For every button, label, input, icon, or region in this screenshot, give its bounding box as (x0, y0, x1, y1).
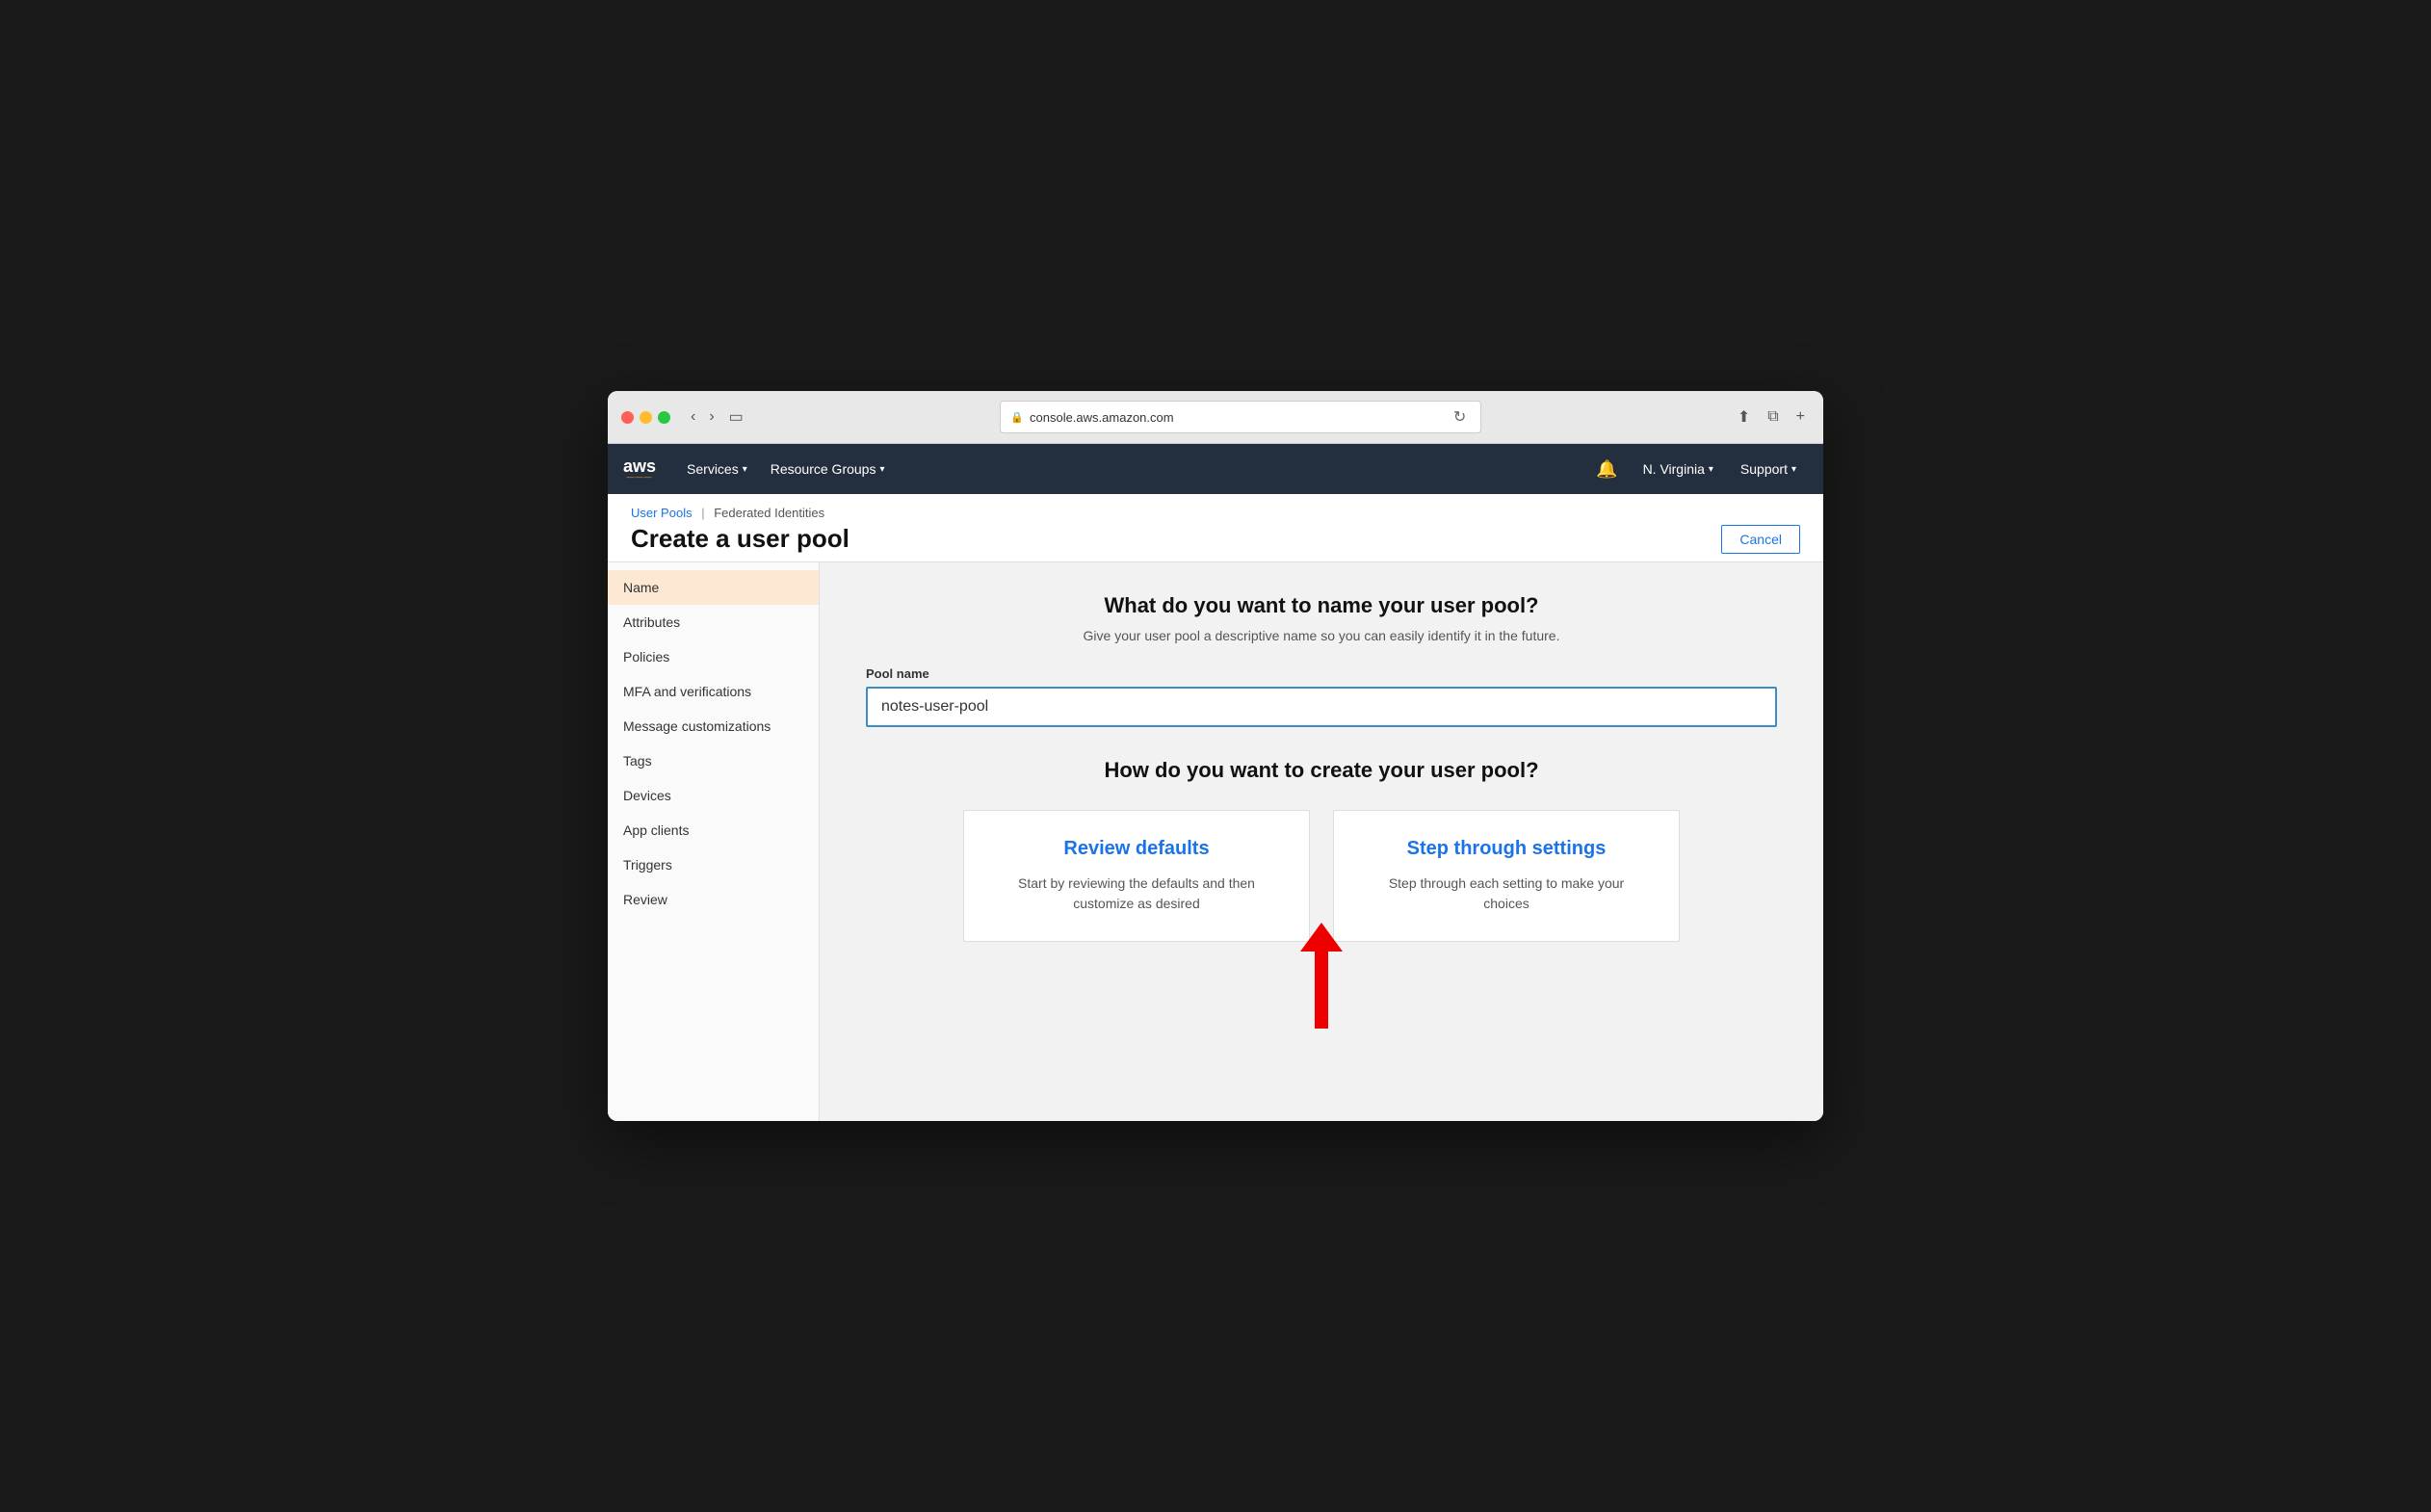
services-chevron-icon: ▾ (743, 464, 747, 475)
step-through-settings-desc: Step through each setting to make your c… (1365, 873, 1648, 914)
back-button[interactable]: ‹ (686, 405, 700, 429)
traffic-lights (621, 411, 670, 424)
aws-logo[interactable]: aws ——— (623, 457, 656, 482)
red-arrow-annotation (1300, 923, 1343, 1029)
pool-name-label: Pool name (866, 666, 1777, 681)
main-layout: Name Attributes Policies MFA and verific… (608, 562, 1823, 1121)
creation-options: Review defaults Start by reviewing the d… (866, 810, 1777, 942)
support-chevron-icon: ▾ (1791, 464, 1796, 475)
browser-actions: ⬆ ⧉ + (1733, 405, 1810, 429)
step-through-settings-card[interactable]: Step through settings Step through each … (1333, 810, 1680, 942)
sidebar-item-mfa[interactable]: MFA and verifications (608, 674, 819, 709)
notifications-bell-icon[interactable]: 🔔 (1586, 459, 1627, 480)
minimize-button[interactable] (640, 411, 652, 424)
page-title: Create a user pool (631, 524, 850, 554)
name-section-heading: What do you want to name your user pool? (866, 593, 1777, 618)
region-chevron-icon: ▾ (1709, 464, 1713, 475)
pool-name-field-group: Pool name (866, 666, 1777, 758)
federated-identities-breadcrumb: Federated Identities (714, 506, 824, 520)
pool-name-input[interactable] (866, 687, 1777, 727)
sidebar-item-devices[interactable]: Devices (608, 778, 819, 813)
sidebar: Name Attributes Policies MFA and verific… (608, 562, 820, 1121)
breadcrumb-separator: | (701, 506, 704, 520)
review-defaults-title: Review defaults (995, 838, 1278, 860)
arrow-head-icon (1300, 923, 1343, 952)
review-defaults-desc: Start by reviewing the defaults and then… (995, 873, 1278, 914)
sidebar-item-attributes[interactable]: Attributes (608, 605, 819, 639)
step-through-settings-title: Step through settings (1365, 838, 1648, 860)
page-title-row: Create a user pool Cancel (631, 524, 1800, 554)
aws-navbar: aws ——— Services ▾ Resource Groups ▾ 🔔 N… (608, 444, 1823, 494)
sidebar-item-message[interactable]: Message customizations (608, 709, 819, 743)
sidebar-item-triggers[interactable]: Triggers (608, 847, 819, 882)
cancel-button[interactable]: Cancel (1721, 525, 1800, 554)
browser-window: ‹ › ▭ 🔒 console.aws.amazon.com ↻ ⬆ ⧉ + a… (608, 391, 1823, 1121)
resource-groups-nav-item[interactable]: Resource Groups ▾ (759, 444, 897, 494)
sidebar-item-app-clients[interactable]: App clients (608, 813, 819, 847)
browser-nav-buttons: ‹ › ▭ (686, 405, 749, 429)
review-defaults-card[interactable]: Review defaults Start by reviewing the d… (963, 810, 1310, 942)
fullscreen-button[interactable]: ⧉ (1763, 406, 1783, 428)
sidebar-item-name[interactable]: Name (608, 570, 819, 605)
sidebar-toggle-button[interactable]: ▭ (723, 405, 749, 429)
sidebar-item-review[interactable]: Review (608, 882, 819, 917)
forward-button[interactable]: › (704, 405, 719, 429)
arrow-shaft (1315, 952, 1328, 1029)
lock-icon: 🔒 (1010, 411, 1024, 424)
services-nav-item[interactable]: Services ▾ (675, 444, 759, 494)
nav-right: 🔔 N. Virginia ▾ Support ▾ (1586, 444, 1808, 494)
content-area: What do you want to name your user pool?… (820, 562, 1823, 1121)
browser-titlebar: ‹ › ▭ 🔒 console.aws.amazon.com ↻ ⬆ ⧉ + (608, 391, 1823, 444)
address-bar: 🔒 console.aws.amazon.com ↻ (759, 401, 1723, 433)
region-nav-item[interactable]: N. Virginia ▾ (1632, 444, 1725, 494)
aws-logo-smile: ——— (627, 473, 653, 482)
user-pools-breadcrumb-link[interactable]: User Pools (631, 506, 693, 520)
page-header: User Pools | Federated Identities Create… (608, 494, 1823, 562)
close-button[interactable] (621, 411, 634, 424)
support-nav-item[interactable]: Support ▾ (1729, 444, 1808, 494)
url-display[interactable]: 🔒 console.aws.amazon.com ↻ (1000, 401, 1481, 433)
new-tab-button[interactable]: + (1791, 406, 1810, 428)
breadcrumb: User Pools | Federated Identities (631, 506, 1800, 520)
share-button[interactable]: ⬆ (1733, 405, 1755, 429)
reload-button[interactable]: ↻ (1449, 405, 1471, 429)
sidebar-item-tags[interactable]: Tags (608, 743, 819, 778)
resource-groups-chevron-icon: ▾ (879, 464, 884, 475)
url-text: console.aws.amazon.com (1030, 410, 1174, 425)
maximize-button[interactable] (658, 411, 670, 424)
name-section-subtext: Give your user pool a descriptive name s… (866, 628, 1777, 643)
create-section-heading: How do you want to create your user pool… (866, 758, 1777, 783)
sidebar-item-policies[interactable]: Policies (608, 639, 819, 674)
